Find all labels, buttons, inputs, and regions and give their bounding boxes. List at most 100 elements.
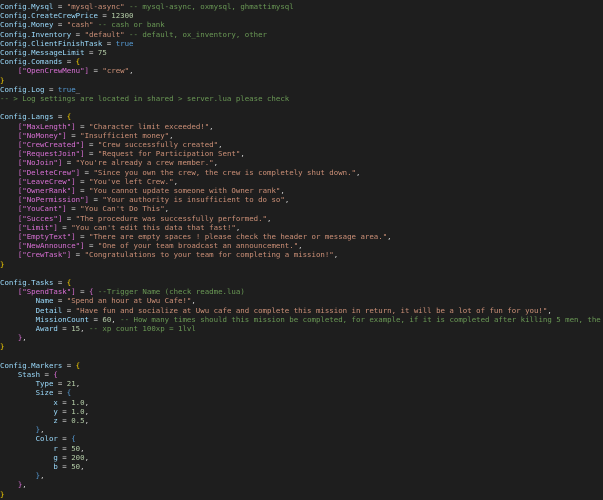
code-string: "Have fun and socialize at Uwu cafe and …: [75, 305, 548, 315]
code-operator: =: [57, 397, 72, 407]
code-number: 1.0: [71, 406, 85, 416]
code-operator: =: [57, 324, 72, 333]
code-number: 0.5: [71, 416, 85, 425]
code-editor[interactable]: Config.Mysql = "mysql-async" -- mysql-as…: [0, 0, 603, 500]
code-operator: =: [71, 29, 85, 39]
code-operator: =: [84, 241, 98, 251]
code-operator: =: [53, 2, 67, 11]
code-brace: {: [75, 360, 81, 370]
code-brace: }: [0, 75, 5, 85]
code-operator: ,: [547, 305, 552, 315]
code-bracket: ["Limit"]: [17, 222, 58, 232]
code-string: "You can't edit this data that fast!": [71, 222, 236, 232]
code-operator: ,: [284, 195, 290, 205]
code-string: "Your authority is insufficient to do so…: [102, 195, 285, 205]
code-key: Color: [35, 434, 58, 444]
code-string: "Character limit exceeded!": [89, 121, 210, 131]
code-brace: {: [75, 57, 81, 67]
code-bracket: {: [53, 370, 58, 379]
code-comment: -- How many times should this mission be…: [120, 314, 601, 324]
code-boolean: {: [66, 388, 72, 398]
code-brace: {: [66, 112, 72, 122]
code-number: 60: [102, 314, 112, 324]
code-number: 1.0: [71, 397, 85, 407]
code-operator: =: [53, 379, 67, 389]
code-operator: =: [71, 250, 85, 260]
code-operator: =: [80, 167, 94, 177]
code-key: Config.Log: [0, 84, 45, 94]
code-bracket: ["CrewTask"]: [17, 250, 72, 260]
code-key: Config.Mysql: [0, 2, 54, 11]
code-operator: =: [57, 434, 72, 444]
code-key: Config.Inventory: [0, 29, 72, 39]
code-key: Config.Comands: [0, 57, 63, 67]
code-operator: ,: [169, 130, 174, 140]
code-operator: ,: [298, 241, 303, 251]
code-comment: -- cash or bank: [93, 20, 165, 30]
code-operator: ,: [80, 443, 85, 453]
code-operator: ,: [213, 158, 219, 168]
code-bracket: ["NoMoney"]: [17, 130, 67, 140]
code-operator: ,: [356, 167, 361, 177]
code-number: 200: [71, 452, 85, 462]
code-key: Detail: [35, 305, 63, 315]
code-operator: [0, 103, 4, 112]
code-operator: ,: [280, 186, 285, 195]
code-comment: -- default, ox_inventory, other: [124, 29, 267, 39]
code-key: Size: [35, 388, 54, 398]
code-boolean: {: [71, 434, 76, 444]
code-key: Config.Langs: [0, 112, 54, 122]
code-string: "Crew successfully created": [97, 140, 219, 149]
code-key: Config.Markers: [0, 360, 63, 370]
code-operator: =: [75, 186, 90, 195]
code-operator: ,: [164, 204, 170, 214]
code-number: 75: [97, 48, 107, 57]
code-operator: =: [57, 416, 72, 425]
code-string: "Request for Participation Sent": [97, 149, 241, 159]
code-operator: =: [57, 406, 72, 416]
code-string: "You've left Crew.": [89, 176, 174, 186]
code-operator: ,: [173, 176, 179, 186]
code-operator: ,: [22, 480, 27, 490]
code-operator: =: [89, 314, 103, 324]
code-number: 21: [66, 379, 76, 389]
code-operator: _: [75, 84, 81, 94]
code-operator: ,: [218, 140, 223, 149]
code-operator: =: [53, 296, 67, 306]
code-operator: ,: [129, 66, 134, 76]
code-operator: ,: [267, 213, 272, 223]
code-operator: =: [57, 462, 72, 471]
code-comment: -- > Log settings are located in shared …: [0, 94, 290, 103]
code-operator: ,: [333, 250, 339, 260]
code-line[interactable]: }: [0, 490, 603, 500]
code-key: MissionCount: [35, 314, 90, 324]
code-number: 50: [71, 443, 81, 453]
code-operator: ,: [40, 471, 45, 481]
code-key: Award: [35, 324, 58, 333]
code-bracket: ["RequestJoin"]: [17, 149, 85, 159]
code-string: "The procedure was successfully performe…: [75, 213, 268, 223]
code-bracket: ["NoPermission"]: [17, 195, 90, 205]
code-operator: ,: [22, 333, 27, 343]
code-brace: }: [0, 259, 5, 269]
code-string: "Spend an hour at Uwu Cafe!": [66, 296, 192, 306]
code-operator: ,: [40, 425, 45, 435]
code-bracket: ["Succes"]: [17, 213, 63, 223]
